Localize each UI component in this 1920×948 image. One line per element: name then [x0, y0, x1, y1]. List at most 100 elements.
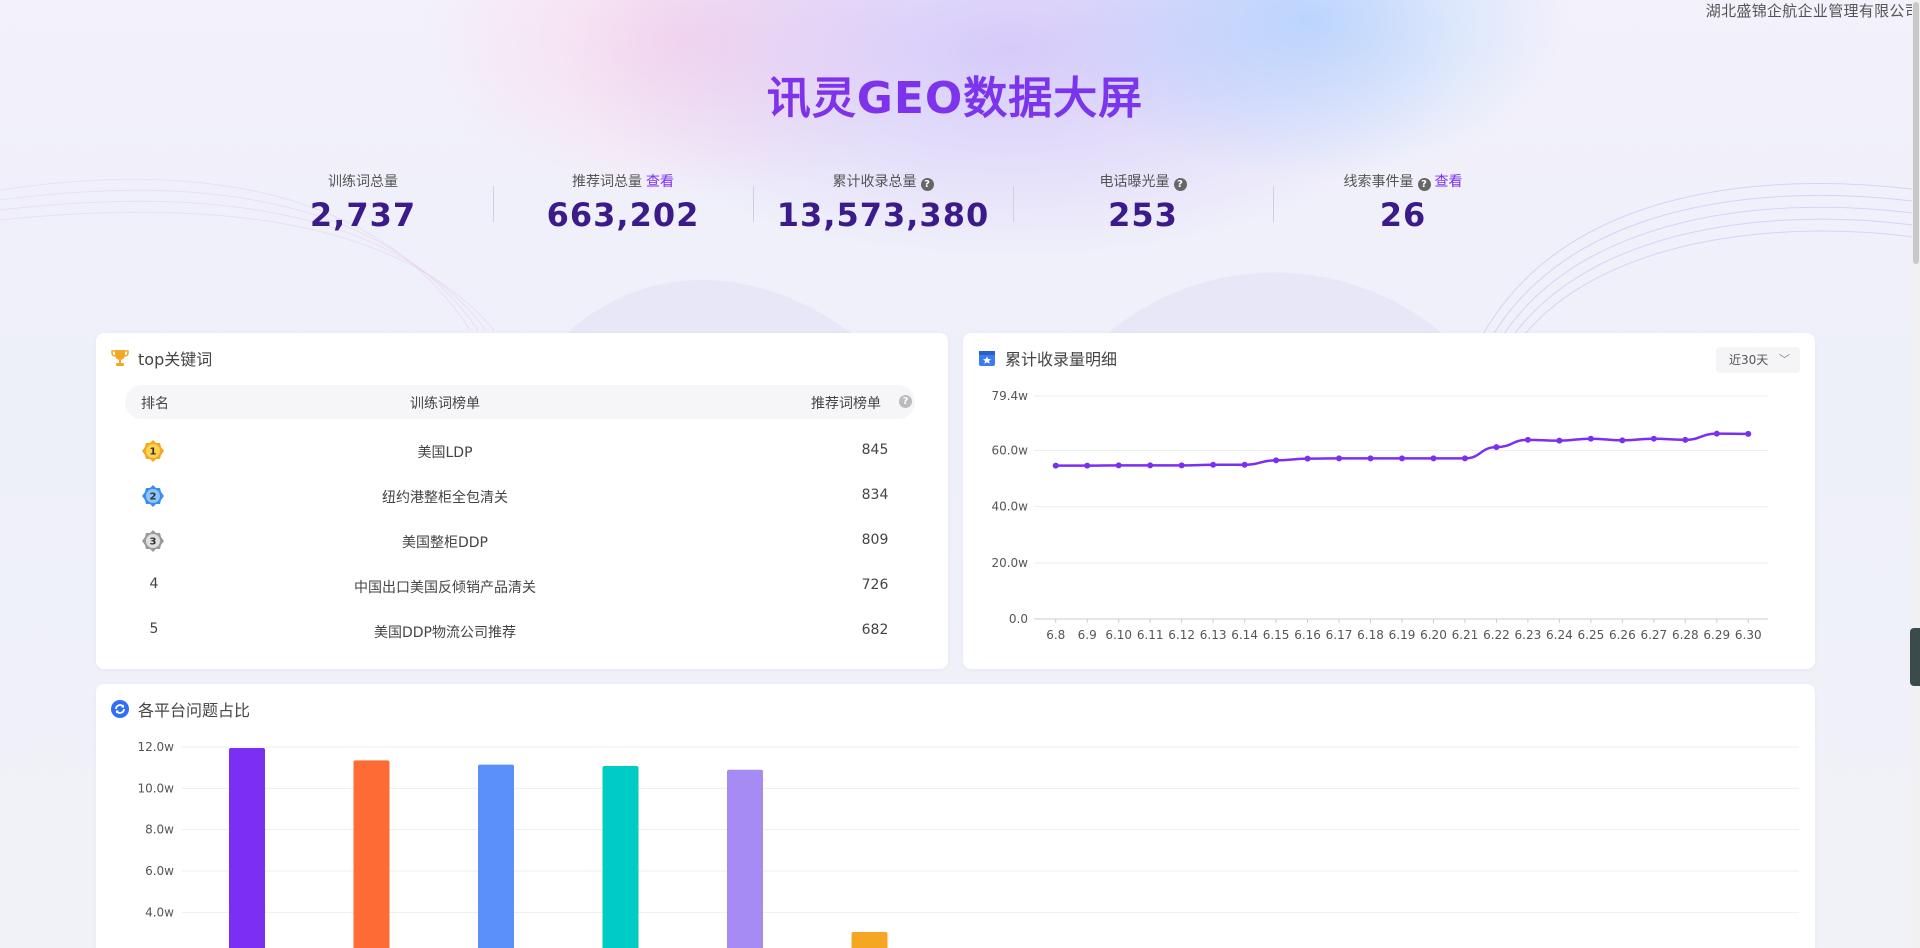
x-tick-label: 6.27 [1640, 628, 1667, 642]
table-row: 3 美国整柜DDP 809 [125, 519, 915, 564]
data-point [1587, 435, 1594, 442]
x-tick-label: 6.8 [1046, 628, 1065, 642]
data-point [1430, 455, 1437, 462]
x-tick-label: 6.24 [1546, 628, 1573, 642]
y-tick-label: 8.0w [145, 823, 174, 837]
x-tick-label: 6.12 [1168, 628, 1195, 642]
x-tick-label: 6.18 [1357, 628, 1384, 642]
x-tick-label: 6.13 [1200, 628, 1227, 642]
data-point [1619, 437, 1626, 444]
top-keywords-card: top关键词 排名 训练词榜单 推荐词榜单 ? 1 美国LDP 845 2 纽约… [96, 333, 948, 669]
data-point [1524, 436, 1531, 443]
data-point [1115, 462, 1122, 469]
y-tick-label: 40.0w [991, 500, 1028, 514]
medal-rank: 1 [150, 447, 157, 458]
keyword-count: 809 [861, 532, 889, 548]
y-tick-label: 6.0w [145, 864, 174, 878]
medal-rank: 3 [150, 537, 157, 548]
rank-cell: 4 [141, 576, 167, 592]
y-tick-label: 20.0w [991, 556, 1028, 570]
data-point [1178, 462, 1185, 469]
page-title: 讯灵GEO数据大屏 [0, 62, 1910, 126]
bar-chart: 2.0w4.0w6.0w8.0w10.0w12.0w [137, 740, 1799, 948]
page-scrollbar[interactable] [1912, 0, 1920, 948]
stats-bar: 训练词总量 2,737 推荐词总量 查看 663,202 累计收录总量? 13,5… [233, 172, 1533, 242]
stat-accumulated: 累计收录总量? 13,573,380 [753, 172, 1013, 242]
x-tick-label: 6.28 [1672, 628, 1699, 642]
stat-value: 26 [1379, 196, 1427, 234]
medal-icon: 2 [142, 485, 164, 507]
x-tick-label: 6.11 [1137, 628, 1164, 642]
keyword-name: 中国出口美国反倾销产品清关 [354, 580, 536, 596]
keyword-count: 845 [861, 442, 889, 458]
x-tick-label: 6.21 [1452, 628, 1479, 642]
x-tick-label: 6.14 [1231, 628, 1258, 642]
x-tick-label: 6.20 [1420, 628, 1447, 642]
x-tick-label: 6.30 [1735, 628, 1762, 642]
medal-rank: 2 [150, 492, 157, 503]
stat-value: 663,202 [546, 196, 700, 234]
y-tick-label: 60.0w [991, 443, 1028, 457]
trophy-icon [111, 350, 129, 366]
data-point [1304, 455, 1311, 462]
rank-cell: 1 [141, 439, 167, 463]
background-decoration [0, 0, 1920, 340]
help-icon[interactable]: ? [920, 178, 934, 191]
y-tick-label: 12.0w [137, 740, 174, 754]
table-row: 5 美国DDP物流公司推荐 682 [125, 609, 915, 654]
scroll-thumb[interactable] [1913, 2, 1919, 264]
table-row: 2 纽约港整柜全包清关 834 [125, 474, 915, 519]
keyword-name: 美国LDP [417, 445, 473, 461]
x-tick-label: 6.23 [1515, 628, 1542, 642]
card-title: top关键词 [138, 350, 213, 369]
rank-number: 4 [149, 576, 159, 592]
view-link[interactable]: 查看 [646, 174, 674, 190]
data-point [1210, 461, 1217, 468]
stat-value: 13,573,380 [776, 196, 990, 234]
stat-label: 线索事件量 [1343, 174, 1414, 190]
data-point [1399, 455, 1405, 462]
data-point [1461, 455, 1468, 462]
keyword-name: 美国DDP物流公司推荐 [373, 625, 516, 641]
stat-training-words: 训练词总量 2,737 [233, 172, 493, 242]
help-icon[interactable]: ? [899, 395, 912, 408]
help-icon[interactable]: ? [1173, 178, 1187, 191]
bar [478, 764, 514, 948]
x-tick-label: 6.19 [1389, 628, 1416, 642]
x-tick-label: 6.9 [1078, 628, 1097, 642]
y-tick-label: 10.0w [137, 781, 174, 795]
keyword-count: 834 [861, 487, 889, 503]
keyword-count: 726 [861, 577, 889, 593]
x-tick-label: 6.17 [1326, 628, 1353, 642]
side-widget[interactable] [1910, 628, 1920, 686]
data-point [1367, 455, 1374, 462]
data-point [1273, 457, 1280, 464]
line-chart: 0.0 20.0w 40.0w 60.0w 79.4w 6.8 6.9 6.10 6.11 6.1… [991, 389, 1768, 642]
stat-phone-exposure: 电话曝光量? 253 [1013, 172, 1273, 242]
data-point [1682, 436, 1689, 443]
x-tick-label: 6.16 [1294, 628, 1321, 642]
x-tick-label: 6.26 [1609, 628, 1636, 642]
x-tick-label: 6.29 [1703, 628, 1730, 642]
keyword-name: 美国整柜DDP [401, 535, 488, 551]
view-link[interactable]: 查看 [1435, 174, 1463, 190]
data-point [1241, 461, 1248, 468]
data-point [1493, 444, 1500, 451]
stat-value: 2,737 [309, 196, 417, 234]
company-name: 湖北盛锦企航企业管理有限公司 [1705, 2, 1920, 20]
bar [229, 748, 265, 948]
accumulated-card: 累计收录量明细 近30天 ﹀ 0.0 20.0w 40.0w 60.0w 79.4w 6.… [963, 333, 1815, 669]
stat-label: 推荐词总量 [572, 174, 642, 190]
x-tick-label: 6.25 [1578, 628, 1605, 642]
data-point [1650, 435, 1657, 442]
y-tick-label: 79.4w [991, 389, 1028, 403]
stat-leads: 线索事件量? 查看 26 [1273, 172, 1533, 242]
data-point [1147, 462, 1154, 469]
data-point [1713, 430, 1720, 437]
bar [602, 766, 639, 948]
y-tick-label: 4.0w [145, 905, 174, 919]
x-tick-label: 6.10 [1105, 628, 1132, 642]
stat-value: 253 [1108, 196, 1178, 234]
header-rank: 排名 [141, 396, 169, 412]
help-icon[interactable]: ? [1417, 178, 1431, 191]
